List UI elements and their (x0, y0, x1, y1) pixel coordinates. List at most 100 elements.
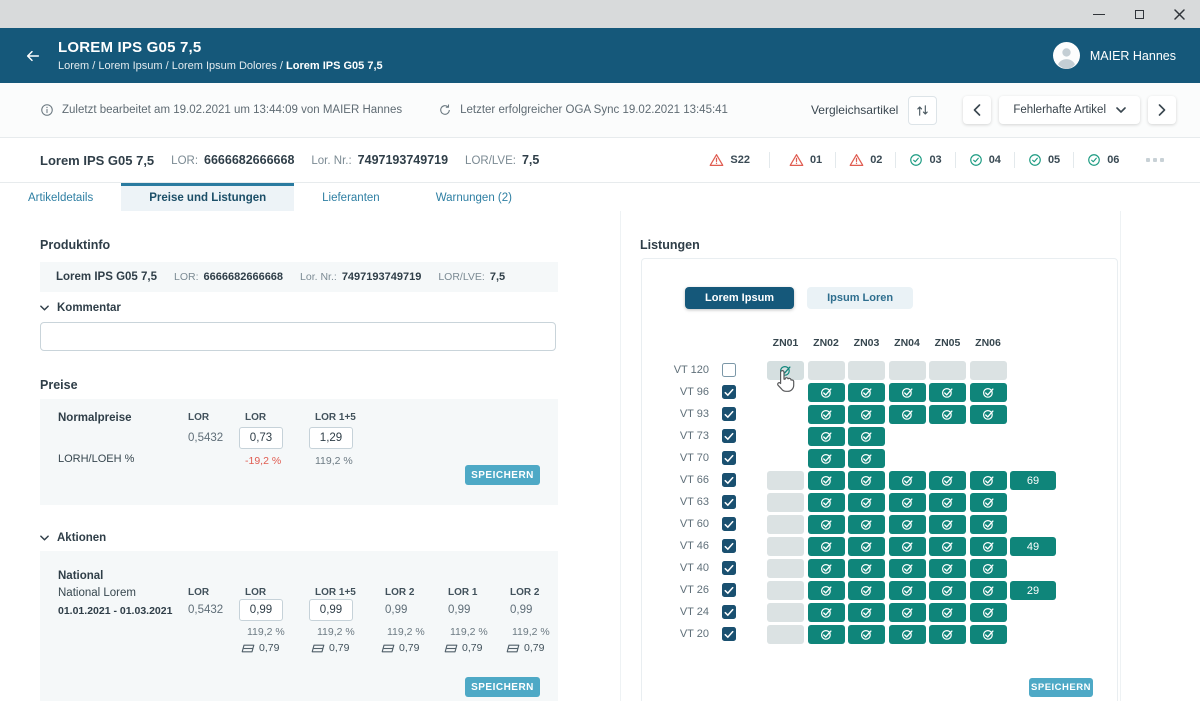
status-badge-05[interactable]: 05 (1028, 153, 1060, 167)
listing-cell[interactable] (929, 515, 966, 534)
listing-cell[interactable] (889, 537, 926, 556)
listing-cell[interactable] (767, 603, 804, 622)
toggle-lorem-ipsum[interactable]: Lorem Ipsum (685, 287, 794, 309)
listing-cell[interactable] (889, 625, 926, 644)
listing-cell[interactable] (808, 449, 845, 468)
article-filter-dropdown[interactable]: Fehlerhafte Artikel (999, 96, 1140, 124)
status-badge-03[interactable]: 03 (909, 153, 941, 167)
listing-cell[interactable] (929, 603, 966, 622)
listing-cell[interactable] (889, 493, 926, 512)
listing-cell[interactable] (767, 471, 804, 490)
listing-cell[interactable] (970, 515, 1007, 534)
status-badge-04[interactable]: 04 (969, 153, 1001, 167)
status-badge-06[interactable]: 06 (1087, 153, 1119, 167)
more-options-button[interactable] (1146, 158, 1164, 162)
listing-cell[interactable] (848, 625, 885, 644)
breadcrumb-path[interactable]: Lorem / Lorem Ipsum / Lorem Ipsum Dolore… (58, 60, 286, 72)
listing-cell[interactable] (970, 537, 1007, 556)
listing-cell[interactable] (889, 405, 926, 424)
tab-preise-und-listungen[interactable]: Preise und Listungen (121, 183, 294, 213)
listing-cell[interactable] (808, 537, 845, 556)
listing-row-checkbox[interactable] (722, 627, 736, 641)
listing-cell[interactable] (808, 603, 845, 622)
listing-cell[interactable] (970, 493, 1007, 512)
listing-row-checkbox[interactable] (722, 561, 736, 575)
prev-article-button[interactable] (963, 96, 991, 124)
aktion-price-input[interactable] (239, 599, 283, 621)
listing-cell[interactable] (889, 559, 926, 578)
price-input[interactable] (239, 427, 283, 449)
listing-cell[interactable] (848, 361, 885, 380)
listing-cell[interactable] (970, 581, 1007, 600)
listing-cell[interactable] (929, 405, 966, 424)
listing-row-checkbox[interactable] (722, 495, 736, 509)
listing-row-checkbox[interactable] (722, 605, 736, 619)
listing-cell[interactable] (808, 361, 845, 380)
listing-row-checkbox[interactable] (722, 583, 736, 597)
status-badge-01[interactable]: 01 (789, 153, 822, 167)
listing-cell[interactable] (767, 537, 804, 556)
listing-cell[interactable] (848, 493, 885, 512)
aktionen-toggle[interactable]: Aktionen (40, 532, 106, 544)
listing-cell[interactable] (970, 383, 1007, 402)
save-aktionen-button[interactable]: SPEICHERN (465, 677, 540, 697)
listing-extra-badge[interactable]: 49 (1010, 537, 1056, 556)
listing-cell[interactable] (848, 383, 885, 402)
listing-cell[interactable] (929, 559, 966, 578)
back-button[interactable] (24, 48, 42, 64)
listing-row-checkbox[interactable] (722, 451, 736, 465)
next-article-button[interactable] (1148, 96, 1176, 124)
status-badge-02[interactable]: 02 (849, 153, 882, 167)
kommentar-input[interactable] (40, 322, 556, 351)
listing-row-checkbox[interactable] (722, 363, 736, 377)
listing-row-checkbox[interactable] (722, 517, 736, 531)
listing-cell[interactable] (767, 493, 804, 512)
listing-row-checkbox[interactable] (722, 429, 736, 443)
kommentar-toggle[interactable]: Kommentar (40, 302, 121, 314)
listing-cell[interactable] (889, 361, 926, 380)
listing-row-checkbox[interactable] (722, 473, 736, 487)
listing-cell[interactable] (970, 361, 1007, 380)
listing-cell[interactable] (970, 625, 1007, 644)
listing-cell[interactable] (889, 515, 926, 534)
listing-cell[interactable] (848, 427, 885, 446)
listing-cell[interactable] (929, 361, 966, 380)
tab-artikeldetails[interactable]: Artikeldetails (0, 183, 121, 213)
price-input[interactable] (309, 427, 353, 449)
listing-cell[interactable] (808, 405, 845, 424)
listing-cell[interactable] (767, 581, 804, 600)
listing-row-checkbox[interactable] (722, 539, 736, 553)
listing-cell[interactable] (767, 625, 804, 644)
listing-row-checkbox[interactable] (722, 385, 736, 399)
listing-cell[interactable] (970, 405, 1007, 424)
tab-warnungen-2[interactable]: Warnungen (2) (408, 183, 540, 213)
user-menu[interactable]: MAIER Hannes (1053, 42, 1176, 69)
tab-lieferanten[interactable]: Lieferanten (294, 183, 408, 213)
listing-cell[interactable] (848, 515, 885, 534)
toggle-ipsum-loren[interactable]: Ipsum Loren (807, 287, 913, 309)
listing-cell[interactable] (889, 581, 926, 600)
listing-cell[interactable] (929, 471, 966, 490)
listing-extra-badge[interactable]: 69 (1010, 471, 1056, 490)
window-maximize-button[interactable] (1131, 6, 1147, 22)
listing-cell[interactable] (848, 537, 885, 556)
listing-cell[interactable] (929, 493, 966, 512)
listing-cell[interactable] (848, 581, 885, 600)
listing-cell[interactable] (808, 515, 845, 534)
listing-cell[interactable] (929, 383, 966, 402)
listing-cell[interactable] (808, 471, 845, 490)
listing-cell[interactable] (767, 559, 804, 578)
listing-cell[interactable] (848, 405, 885, 424)
listing-cell[interactable] (808, 427, 845, 446)
listing-cell[interactable] (767, 515, 804, 534)
listing-cell[interactable] (889, 603, 926, 622)
save-prices-button[interactable]: SPEICHERN (465, 465, 540, 485)
window-minimize-button[interactable] (1091, 6, 1107, 22)
listing-cell[interactable] (848, 603, 885, 622)
listing-cell[interactable] (808, 383, 845, 402)
aktion-price-input[interactable] (309, 599, 353, 621)
listing-cell[interactable] (848, 471, 885, 490)
compare-article-button[interactable] (908, 96, 937, 125)
listing-cell[interactable] (808, 581, 845, 600)
listing-cell[interactable] (808, 493, 845, 512)
